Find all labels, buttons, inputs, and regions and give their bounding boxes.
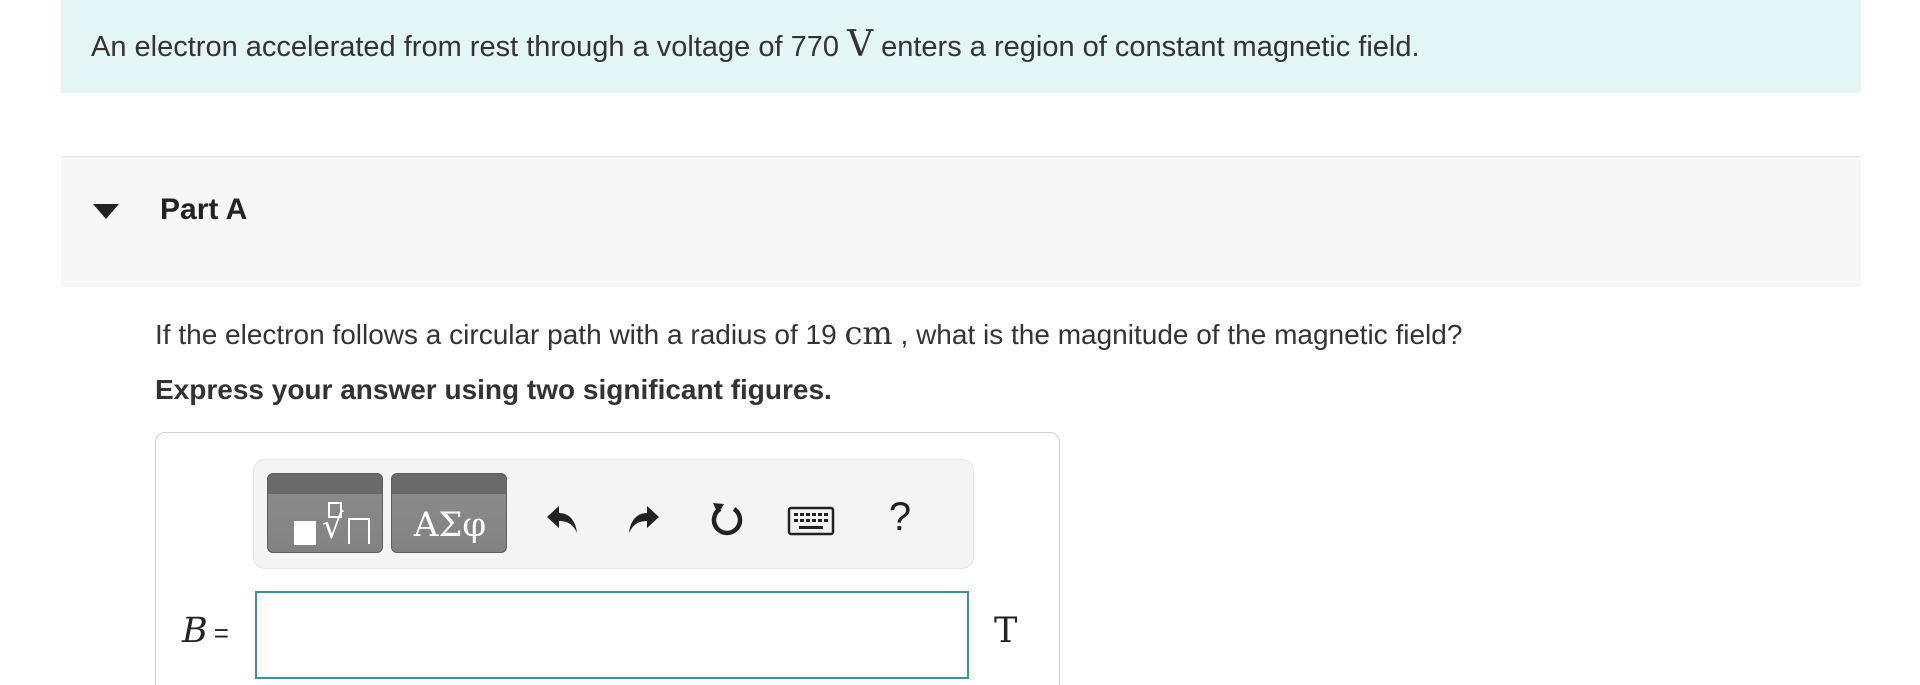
- symbols-label: ΑΣφ: [413, 505, 487, 545]
- question-text-end: , what is the magnitude of the magnetic …: [892, 319, 1463, 350]
- problem-statement: An electron accelerated from rest throug…: [61, 0, 1861, 93]
- caret-down-icon[interactable]: [93, 204, 119, 219]
- reset-icon[interactable]: [706, 500, 746, 540]
- problem-text-end: enters a region of constant magnetic fie…: [873, 31, 1420, 63]
- variable-name: B: [182, 611, 208, 651]
- part-title: Part A: [160, 193, 248, 226]
- keyboard-icon[interactable]: [787, 504, 835, 538]
- page: An electron accelerated from rest throug…: [0, 0, 1920, 685]
- voltage-unit: V: [847, 24, 874, 65]
- symbols-button[interactable]: ΑΣφ: [391, 473, 507, 553]
- undo-icon[interactable]: [543, 500, 583, 540]
- question-text: If the electron follows a circular path …: [155, 314, 1462, 352]
- template-square-icon: [294, 521, 316, 545]
- radical-box-icon: [348, 518, 370, 544]
- answer-unit: T: [994, 611, 1018, 651]
- equals-sign: =: [213, 618, 229, 648]
- part-a-header[interactable]: Part A: [61, 157, 1861, 287]
- answer-panel: √ ΑΣφ ? B = T: [155, 432, 1060, 685]
- help-icon[interactable]: ?: [880, 493, 920, 539]
- templates-button[interactable]: √: [267, 473, 383, 553]
- math-toolbar: √ ΑΣφ ?: [253, 459, 974, 569]
- radical-icon: √: [322, 507, 344, 547]
- length-unit: cm: [844, 314, 893, 352]
- redo-icon[interactable]: [623, 500, 663, 540]
- answer-input[interactable]: [255, 591, 969, 679]
- answer-instruction: Express your answer using two significan…: [155, 374, 832, 405]
- question-text-start: If the electron follows a circular path …: [155, 319, 845, 350]
- answer-variable-label: B =: [182, 611, 229, 651]
- problem-text-start: An electron accelerated from rest throug…: [91, 31, 848, 63]
